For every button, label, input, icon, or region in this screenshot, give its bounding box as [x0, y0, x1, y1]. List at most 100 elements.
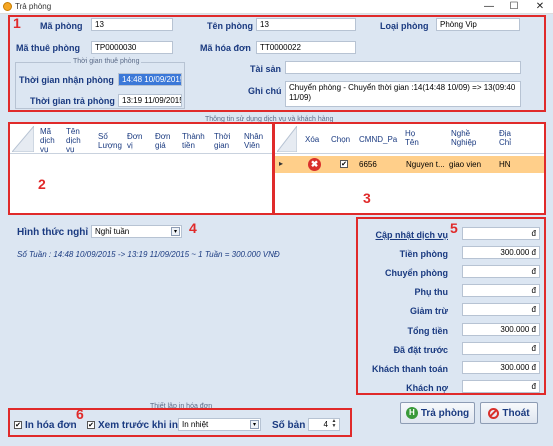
title-bar: Trả phòng — ☐ ✕ [0, 0, 553, 14]
app-icon [3, 2, 12, 11]
chuyen-phong-label: Chuyển phòng [385, 268, 448, 278]
tai-san-label: Tài sản [250, 64, 282, 74]
room-info-panel: 1 Mã phòng 13 Tên phòng 13 Loại phòng Ph… [8, 15, 546, 112]
stepper-arrows-icon[interactable]: ▲ ▼ [330, 419, 338, 430]
col-nghe-nghiep[interactable]: Nghề Nghiệp [451, 129, 481, 147]
totals-panel: 5 Cập nhật dịch vụ đ Tiền phòng 300.000 … [356, 217, 546, 395]
minimize-button[interactable]: — [476, 0, 502, 14]
cmnd-cell: 6656 [359, 160, 377, 169]
giam-tru-field[interactable]: đ [462, 303, 540, 316]
so-ban-label: Số bản [272, 420, 306, 431]
col-don-gia[interactable]: Đơn giá [155, 132, 173, 150]
marker-3: 3 [363, 190, 371, 206]
khach-no-label: Khách nợ [406, 383, 448, 393]
chon-checkbox[interactable]: ✔ [340, 160, 348, 168]
loai-phong-field[interactable]: Phòng Vip [436, 18, 520, 31]
print-settings-panel: 6 ✔ In hóa đơn ✔ Xem trước khi in In nhi… [8, 406, 352, 437]
col-so-luong[interactable]: Số Lượng [98, 132, 122, 150]
maximize-button[interactable]: ☐ [501, 0, 527, 14]
customers-grid-header: Xóa Chọn CMND_Pa Họ Tên Nghề Nghiệp Địa … [275, 124, 544, 154]
ten-phong-field[interactable]: 13 [256, 18, 356, 31]
hinh-thuc-nghi-label: Hình thức nghỉ [17, 227, 89, 238]
ten-phong-label: Tên phòng [207, 21, 253, 31]
nhan-phong-field[interactable]: 14:48 10/09/2015 [118, 73, 182, 86]
cap-nhat-field[interactable]: đ [462, 227, 540, 240]
col-thoi-gian[interactable]: Thời gian [214, 132, 236, 150]
ghi-chu-field[interactable]: Chuyển phòng - Chuyển thời gian :14(14:4… [285, 81, 521, 107]
tra-phong-label: Thời gian trả phòng [30, 96, 115, 106]
ma-thue-field[interactable]: TP0000030 [91, 41, 173, 54]
chuyen-phong-field[interactable]: đ [462, 265, 540, 278]
col-ho-ten[interactable]: Họ Tên [405, 129, 427, 147]
payment-summary: Số Tuần : 14:48 10/09/2015 -> 13:19 11/0… [17, 250, 280, 259]
hinh-thuc-nghi-value: Nghỉ tuần [95, 227, 130, 236]
giam-tru-label: Giảm trừ [409, 306, 448, 316]
col-thanh-tien[interactable]: Thành tiền [182, 132, 205, 150]
dia-chi-cell: HN [499, 160, 511, 169]
phu-thu-label: Phụ thu [414, 287, 449, 297]
loai-phong-label: Loại phòng [380, 21, 429, 31]
ma-hoa-don-field[interactable]: TT0000022 [256, 41, 356, 54]
phu-thu-field[interactable]: đ [462, 284, 540, 297]
tra-phong-field[interactable]: 13:19 11/09/2015 [118, 94, 182, 107]
in-hoa-don-checkbox[interactable]: ✔ [14, 421, 22, 429]
col-cmnd[interactable]: CMND_Pa [359, 135, 397, 144]
marker-4: 4 [189, 220, 197, 236]
select-all-corner[interactable] [277, 126, 297, 152]
chevron-down-icon: ▾ [250, 420, 259, 429]
ma-phong-label: Mã phòng [40, 21, 83, 31]
ho-ten-cell: Nguyen t... [406, 160, 445, 169]
select-all-corner[interactable] [12, 126, 34, 152]
nghe-nghiep-cell: giao vien [449, 160, 482, 169]
delete-icon[interactable]: ✖ [308, 158, 321, 171]
khach-thanh-toan-field[interactable]: 300.000 đ [462, 361, 540, 374]
xem-truoc-checkbox[interactable]: ✔ [87, 421, 95, 429]
tra-phong-button[interactable]: H Trả phòng [400, 402, 475, 424]
khach-thanh-toan-label: Khách thanh toán [372, 364, 448, 374]
thoat-button-label: Thoát [502, 407, 530, 419]
marker-1: 1 [13, 15, 21, 31]
ghi-chu-label: Ghi chú [248, 86, 282, 96]
no-entry-icon [488, 407, 500, 419]
col-dia-chi[interactable]: Địa Chỉ [499, 129, 521, 147]
ma-hoa-don-label: Mã hóa đơn [200, 43, 251, 53]
tien-phong-label: Tiền phòng [399, 249, 448, 259]
so-ban-value: 4 [323, 420, 328, 429]
cap-nhat-dich-vu-link[interactable]: Cập nhật dịch vụ [375, 230, 448, 240]
services-grid: Mã dịch vụ Tên dịch vụ Số Lượng Đơn vị Đ… [8, 122, 274, 215]
ma-thue-label: Mã thuê phòng [16, 43, 80, 53]
in-hoa-don-label: In hóa đơn [25, 420, 77, 431]
marker-6: 6 [76, 406, 84, 422]
close-button[interactable]: ✕ [527, 0, 553, 14]
da-dat-truoc-field[interactable]: đ [462, 342, 540, 355]
tong-tien-field[interactable]: 300.000 đ [462, 323, 540, 336]
khach-no-field[interactable]: đ [462, 380, 540, 393]
window-title: Trả phòng [15, 2, 52, 11]
col-chon[interactable]: Chọn [331, 135, 350, 144]
row-pointer-icon: ▸ [279, 159, 284, 168]
ma-phong-field[interactable]: 13 [91, 18, 173, 31]
thoat-button[interactable]: Thoát [480, 402, 538, 424]
col-nhan-vien[interactable]: Nhân Viên [244, 132, 268, 150]
tra-phong-button-label: Trả phòng [420, 407, 470, 419]
col-don-vi[interactable]: Đơn vị [127, 132, 145, 150]
tong-tien-label: Tổng tiền [407, 326, 449, 336]
marker-5: 5 [450, 220, 458, 236]
da-dat-truoc-label: Đã đặt trước [393, 345, 448, 355]
rental-time-group-title: Thời gian thuê phòng [71, 58, 142, 65]
hinh-thuc-nghi-select[interactable]: Nghỉ tuần ▾ [91, 225, 182, 238]
col-ma-dich-vu[interactable]: Mã dịch vụ [40, 127, 62, 154]
col-xoa[interactable]: Xóa [305, 135, 319, 144]
printer-value: In nhiệt [182, 420, 209, 429]
tien-phong-field[interactable]: 300.000 đ [462, 246, 540, 259]
xem-truoc-label: Xem trước khi in [98, 420, 178, 431]
hotel-icon: H [405, 407, 418, 419]
table-row[interactable]: ▸ ✖ ✔ 6656 Nguyen t... giao vien HN [275, 156, 544, 173]
nhan-phong-label: Thời gian nhận phòng [19, 75, 114, 85]
marker-2: 2 [38, 176, 46, 192]
printer-select[interactable]: In nhiệt ▾ [178, 418, 261, 431]
col-ten-dich-vu[interactable]: Tên dịch vụ [66, 127, 88, 154]
so-ban-stepper[interactable]: 4 ▲ ▼ [308, 418, 340, 431]
customers-grid: Xóa Chọn CMND_Pa Họ Tên Nghề Nghiệp Địa … [273, 122, 546, 215]
tai-san-field[interactable] [285, 61, 521, 74]
